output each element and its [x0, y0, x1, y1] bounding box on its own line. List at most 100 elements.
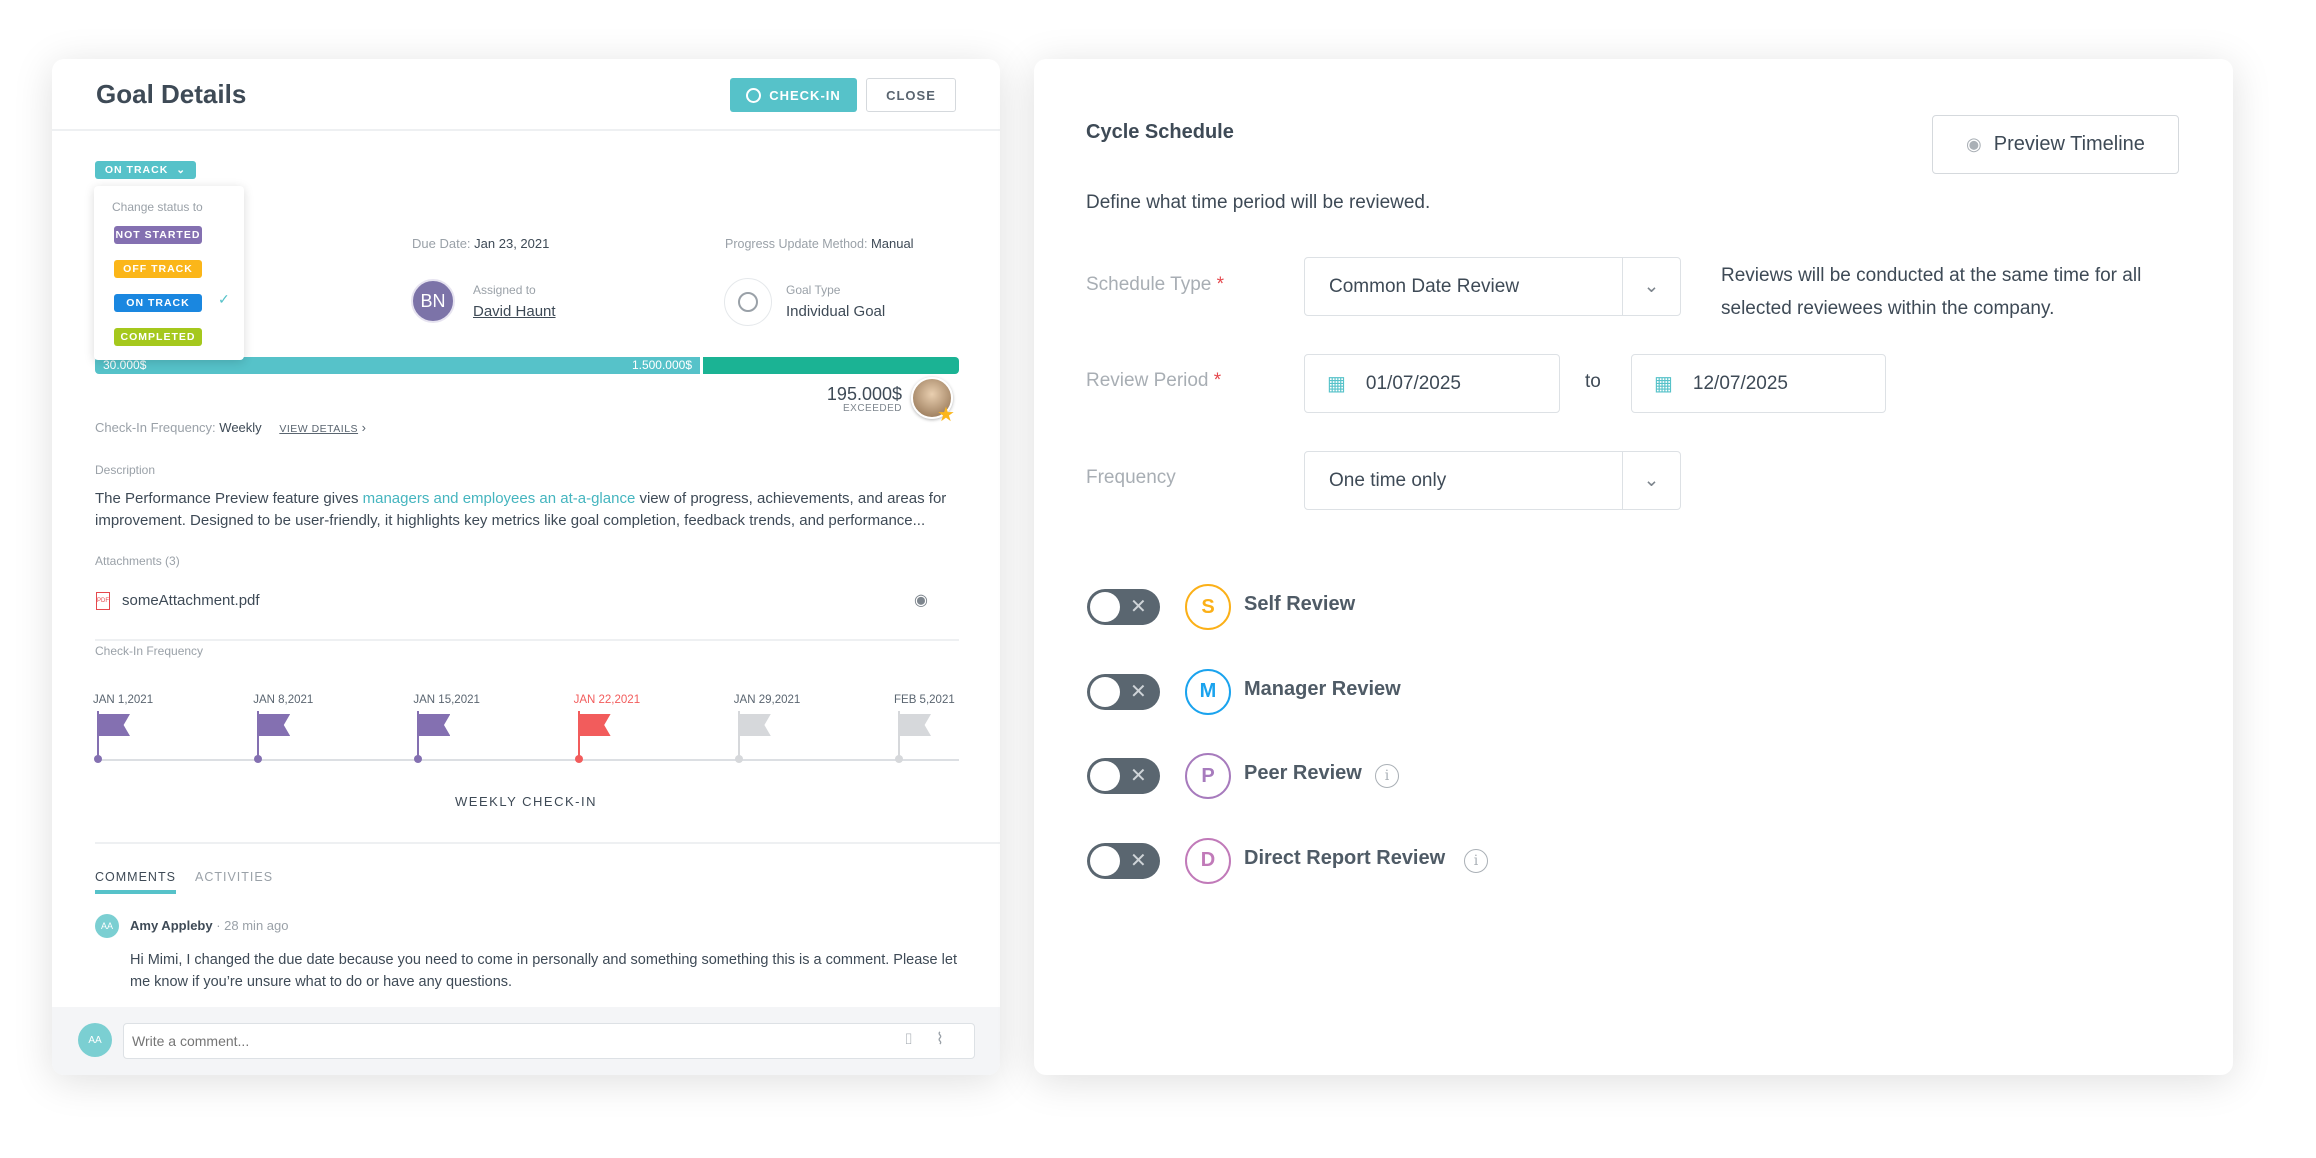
- status-option[interactable]: NOT STARTED: [114, 226, 202, 244]
- attachment-name[interactable]: someAttachment.pdf: [122, 592, 260, 609]
- timeline-caption: WEEKLY CHECK-IN: [455, 794, 597, 809]
- progress-exceeded-fill: [702, 357, 959, 374]
- chevron-down-icon: ⌄: [1622, 452, 1680, 509]
- progress-current: 195.000$: [826, 384, 902, 404]
- flag-icon[interactable]: [258, 714, 291, 736]
- end-date-input[interactable]: ▦ 12/07/2025: [1631, 354, 1886, 413]
- panel-header: Goal Details CHECK-IN CLOSE: [52, 59, 1000, 131]
- schedule-type-label: Schedule Type: [1086, 274, 1212, 295]
- frequency-value: Weekly: [219, 420, 262, 435]
- tab-activities[interactable]: ACTIVITIES: [195, 870, 273, 884]
- progress-method-label: Progress Update Method:: [725, 237, 868, 251]
- close-button[interactable]: CLOSE: [866, 78, 956, 112]
- review-type-name: Self Review: [1244, 593, 1356, 615]
- start-date-input[interactable]: ▦ 01/07/2025: [1304, 354, 1560, 413]
- comment-text: Hi Mimi, I changed the due date because …: [130, 952, 957, 990]
- timeline-dot: [574, 755, 583, 763]
- status-option[interactable]: COMPLETED: [114, 328, 202, 346]
- review-type-badge: S: [1185, 584, 1231, 630]
- timeline-dot: [414, 755, 423, 763]
- goal-type: Individual Goal: [786, 303, 886, 320]
- comment-composer: AA ⌷ ⌇: [52, 1007, 1000, 1075]
- comment-input[interactable]: [123, 1023, 975, 1059]
- info-icon[interactable]: i: [1464, 848, 1488, 873]
- goal-type-label: Goal Type: [786, 283, 841, 297]
- comment-time: · 28 min ago: [216, 918, 289, 933]
- timeline-dot: [895, 755, 903, 763]
- frequency-select[interactable]: One time only ⌄: [1304, 451, 1681, 510]
- schedule-type-select[interactable]: Common Date Review ⌄: [1304, 257, 1681, 316]
- goal-details-panel: Goal Details CHECK-IN CLOSE s Due Date: …: [52, 59, 1000, 1075]
- view-details-link[interactable]: VIEW DETAILS: [279, 423, 358, 435]
- review-toggle[interactable]: ✕: [1087, 758, 1160, 794]
- assigned-label: Assigned to: [473, 283, 536, 297]
- close-icon: ✕: [1130, 680, 1147, 703]
- review-period-label: Review Period: [1086, 370, 1209, 391]
- review-toggle[interactable]: ✕: [1087, 673, 1160, 710]
- close-icon: ✕: [1130, 849, 1147, 872]
- timeline-date: FEB 5,2021: [894, 694, 955, 706]
- flag-icon[interactable]: [98, 714, 130, 736]
- preview-timeline-button[interactable]: ◉ Preview Timeline: [1932, 115, 2179, 174]
- timeline-date: JAN 1,2021: [93, 694, 154, 706]
- description-label: Description: [95, 463, 156, 477]
- chevron-down-icon: ⌄: [176, 164, 187, 176]
- camera-icon[interactable]: ⌷: [904, 1031, 913, 1048]
- assignee-link[interactable]: David Haunt: [473, 303, 556, 320]
- pdf-icon: PDF: [96, 592, 110, 610]
- chevron-right-icon: ›: [358, 420, 367, 435]
- flag-icon[interactable]: [738, 714, 771, 736]
- paperclip-icon[interactable]: ⌇: [936, 1029, 944, 1049]
- to-label: to: [1585, 371, 1601, 392]
- flag-icon[interactable]: [418, 714, 451, 736]
- close-icon: ✕: [1130, 765, 1147, 787]
- status-option[interactable]: ON TRACK: [114, 294, 202, 312]
- section-title: Cycle Schedule: [1086, 121, 1234, 143]
- review-toggle[interactable]: ✕: [1087, 842, 1160, 879]
- check-in-button[interactable]: CHECK-IN: [730, 78, 857, 112]
- info-icon[interactable]: i: [1375, 764, 1399, 788]
- tab-comments[interactable]: COMMENTS: [95, 870, 176, 894]
- progress-start: 30.000$: [103, 358, 147, 372]
- timeline-dot: [734, 755, 743, 763]
- composer-avatar: AA: [78, 1023, 112, 1057]
- eye-icon[interactable]: ◉: [914, 590, 928, 610]
- page-title: Goal Details: [96, 79, 247, 109]
- timeline-dot: [94, 755, 102, 763]
- frequency-label: Check-In Frequency:: [95, 420, 216, 435]
- toggle-knob: [1090, 761, 1120, 791]
- review-toggle[interactable]: ✕: [1087, 589, 1160, 625]
- description-link[interactable]: managers and employees an at-a-glance: [363, 490, 636, 507]
- status-option[interactable]: OFF TRACK: [114, 260, 202, 278]
- toggle-knob: [1090, 592, 1120, 622]
- description-text: The Performance Preview feature gives ma…: [95, 490, 947, 529]
- flag-icon[interactable]: [899, 714, 931, 736]
- status-dropdown[interactable]: ON TRACK ⌄: [95, 161, 196, 179]
- calendar-icon: ▦: [1327, 373, 1346, 395]
- cycle-schedule-panel: Cycle Schedule ◉ Preview Timeline Define …: [1034, 59, 2233, 1075]
- status-menu: Change status to NOT STARTED OFF TRACK ON …: [94, 186, 244, 360]
- comment-author: Amy Appleby: [130, 918, 213, 933]
- progress-target: 1.500.000$: [631, 358, 692, 372]
- flag-icon[interactable]: [578, 714, 611, 736]
- star-icon: ★: [937, 404, 955, 426]
- goal-type-icon: [724, 278, 772, 326]
- checkin-frequency-label: Check-In Frequency: [95, 644, 204, 658]
- review-type-name: Manager Review: [1244, 677, 1401, 700]
- timeline-axis: [97, 759, 959, 761]
- timeline-date: JAN 15,2021: [413, 694, 480, 706]
- eye-icon: ◉: [1966, 134, 1982, 154]
- assignee-avatar: BN: [411, 279, 455, 323]
- close-icon: ✕: [1130, 596, 1147, 618]
- review-type-name: Direct Report Review: [1244, 846, 1446, 869]
- due-date: Jan 23, 2021: [474, 236, 550, 251]
- review-type-badge: M: [1185, 668, 1231, 715]
- review-type-badge: P: [1185, 753, 1231, 799]
- comment-avatar: AA: [95, 914, 119, 938]
- calendar-icon: ▦: [1654, 373, 1673, 395]
- progress-method: Manual: [870, 236, 914, 251]
- toggle-knob: [1090, 845, 1120, 876]
- status-menu-heading: Change status to: [112, 200, 203, 214]
- timeline-date: JAN 29,2021: [733, 694, 801, 706]
- timeline-date: JAN 8,2021: [253, 694, 314, 706]
